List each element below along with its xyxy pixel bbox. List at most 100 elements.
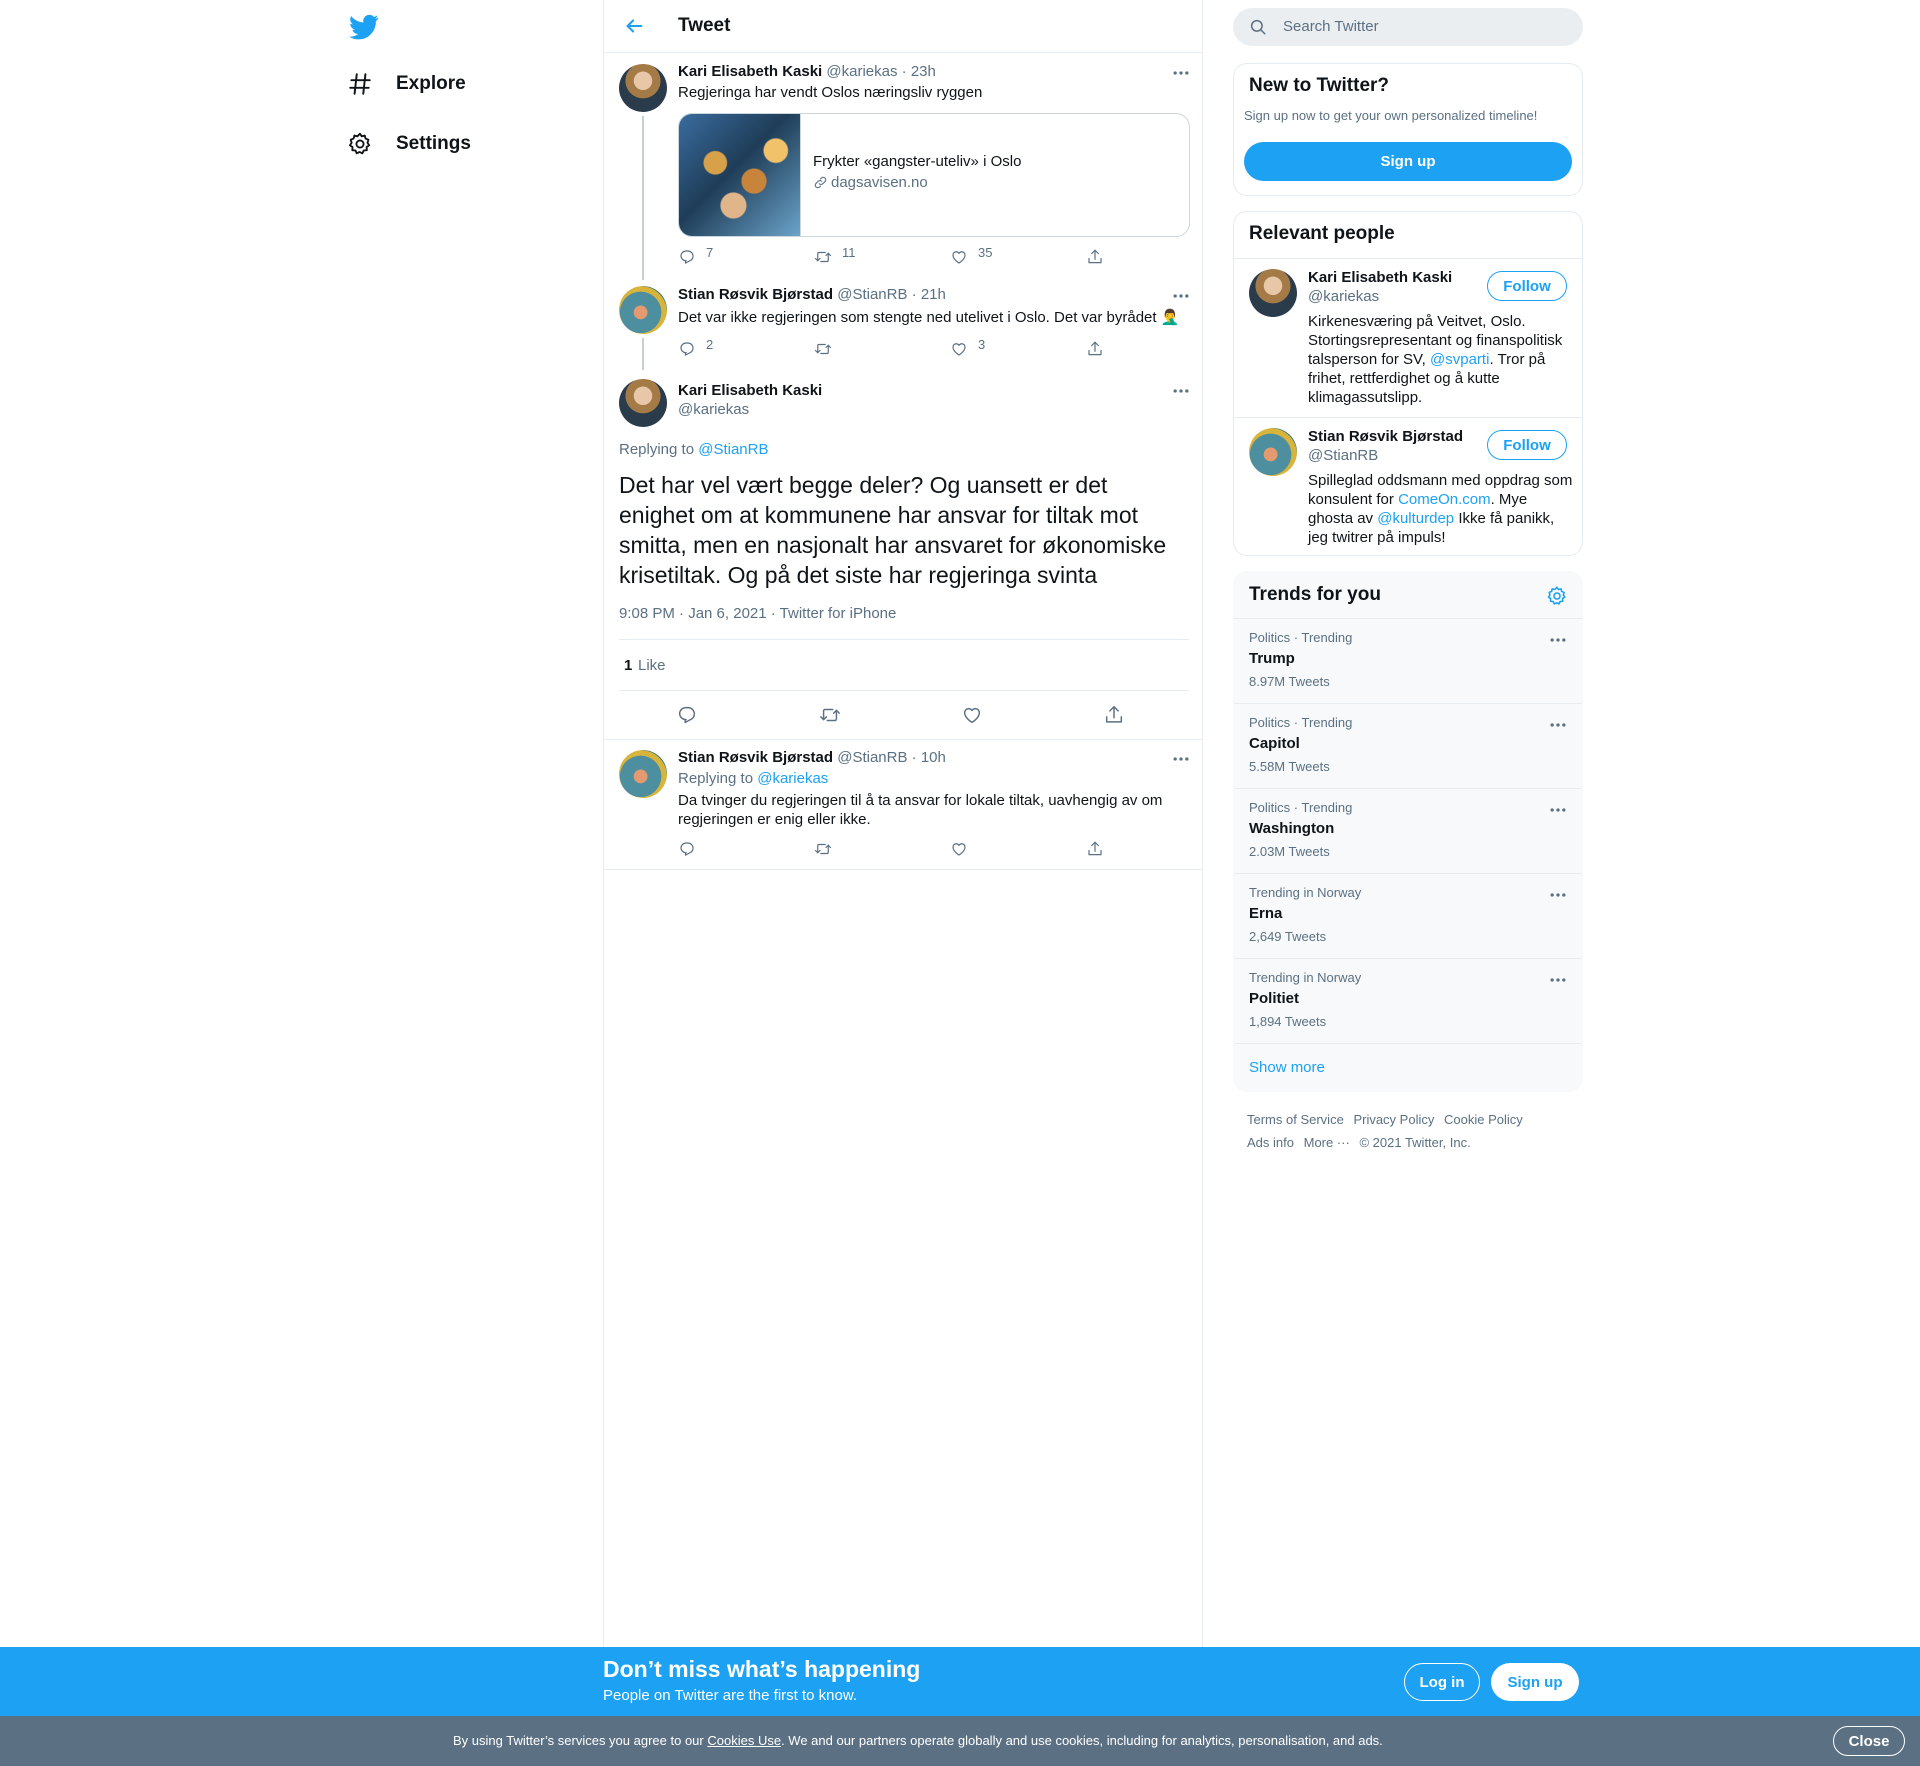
follow-button[interactable]: Follow xyxy=(1487,430,1567,460)
trend-item[interactable]: Trending in Norway Politiet 1,894 Tweets xyxy=(1234,958,1582,1043)
reply-button[interactable] xyxy=(678,840,696,858)
trend-item[interactable]: Trending in Norway Erna 2,649 Tweets xyxy=(1234,873,1582,958)
author-handle[interactable]: @kariekas xyxy=(826,63,897,80)
nav-explore-label: Explore xyxy=(396,73,466,94)
nav-explore[interactable]: Explore xyxy=(346,64,466,104)
footer-link[interactable]: Privacy Policy xyxy=(1353,1112,1434,1127)
show-more-link[interactable]: Show more xyxy=(1249,1059,1325,1076)
reply-button[interactable] xyxy=(676,704,698,726)
person-name[interactable]: Kari Elisabeth Kaski xyxy=(1308,269,1452,286)
person-name[interactable]: Stian Røsvik Bjørstad xyxy=(1308,428,1463,445)
thread-line xyxy=(642,116,644,280)
person-handle[interactable]: @kariekas xyxy=(1308,288,1379,305)
more-icon[interactable] xyxy=(1548,970,1568,990)
panel-subtitle: Sign up now to get your own personalized… xyxy=(1244,108,1538,123)
trend-count: 8.97M Tweets xyxy=(1249,674,1330,689)
page-title: Tweet xyxy=(678,15,731,36)
nav-settings[interactable]: Settings xyxy=(346,124,471,164)
more-icon[interactable] xyxy=(1171,381,1191,401)
person-handle[interactable]: @StianRB xyxy=(1308,447,1378,464)
person-card[interactable]: Kari Elisabeth Kaski @kariekas Follow Ki… xyxy=(1234,258,1582,417)
more-icon[interactable] xyxy=(1548,715,1568,735)
trend-item[interactable]: Politics · Trending Washington 2.03M Twe… xyxy=(1234,788,1582,873)
cookies-use-link[interactable]: Cookies Use xyxy=(707,1733,781,1748)
avatar[interactable] xyxy=(619,64,667,112)
retweet-button[interactable]: 11 xyxy=(814,245,856,266)
like-button[interactable]: 3 xyxy=(950,337,985,358)
avatar[interactable] xyxy=(619,750,667,798)
footer-link-more[interactable]: More ··· xyxy=(1304,1135,1350,1150)
bio-link[interactable]: @kulturdep xyxy=(1377,510,1454,527)
more-icon[interactable] xyxy=(1548,885,1568,905)
tweet-actions xyxy=(678,840,1148,860)
more-icon[interactable] xyxy=(1171,286,1191,306)
follow-button[interactable]: Follow xyxy=(1487,271,1567,301)
gear-icon[interactable] xyxy=(1546,585,1568,607)
trend-item[interactable]: Politics · Trending Trump 8.97M Tweets xyxy=(1234,618,1582,703)
signup-button[interactable]: Sign up xyxy=(1244,142,1572,181)
share-icon xyxy=(1088,341,1102,356)
footer-link[interactable]: Ads info xyxy=(1247,1135,1294,1150)
likes-row[interactable]: 1 Like xyxy=(619,639,1189,691)
search-input[interactable]: Search Twitter xyxy=(1233,8,1583,46)
more-icon[interactable] xyxy=(1171,749,1191,769)
reply-button[interactable]: 7 xyxy=(678,245,714,266)
trend-name: Washington xyxy=(1249,820,1335,837)
cookie-text-end: . We and our partners operate globally a… xyxy=(781,1733,1383,1748)
more-icon[interactable] xyxy=(1548,800,1568,820)
reply-icon xyxy=(678,706,696,724)
footer-link[interactable]: Cookie Policy xyxy=(1444,1112,1523,1127)
author-name[interactable]: Stian Røsvik Bjørstad xyxy=(678,749,833,766)
trend-item[interactable]: Politics · Trending Capitol 5.58M Tweets xyxy=(1234,703,1582,788)
retweet-button[interactable] xyxy=(814,340,832,358)
twitter-bird-icon[interactable] xyxy=(348,12,380,42)
author-name[interactable]: Kari Elisabeth Kaski xyxy=(678,63,822,80)
trend-context: Trending in Norway xyxy=(1249,970,1362,985)
heart-icon xyxy=(952,343,966,356)
retweet-button[interactable] xyxy=(814,840,832,858)
like-button[interactable]: 35 xyxy=(950,245,992,266)
replying-to-link[interactable]: @kariekas xyxy=(757,770,828,787)
link-card[interactable]: Frykter «gangster-uteliv» i Oslo dagsavi… xyxy=(678,113,1190,237)
login-button[interactable]: Log in xyxy=(1404,1663,1480,1701)
avatar[interactable] xyxy=(619,286,667,334)
author-name[interactable]: Stian Røsvik Bjørstad xyxy=(678,286,833,303)
author-handle[interactable]: @kariekas xyxy=(678,401,749,418)
tweet-actions: 2 3 xyxy=(678,337,1148,360)
replying-to-link[interactable]: @StianRB xyxy=(698,441,768,458)
reply-button[interactable]: 2 xyxy=(678,337,713,358)
share-button[interactable] xyxy=(1086,340,1104,358)
bio-link[interactable]: ComeOn.com xyxy=(1398,491,1491,508)
avatar[interactable] xyxy=(1249,269,1297,317)
divider xyxy=(604,739,1202,740)
like-button[interactable] xyxy=(961,704,983,726)
retweet-button[interactable] xyxy=(819,704,841,726)
footer-link[interactable]: Terms of Service xyxy=(1247,1112,1344,1127)
reply-count: 7 xyxy=(706,245,714,260)
tweet-timestamp[interactable]: 9:08 PM · Jan 6, 2021 · Twitter for iPho… xyxy=(619,605,896,622)
avatar[interactable] xyxy=(1249,428,1297,476)
trend-context: Politics · Trending xyxy=(1249,715,1353,730)
more-icon[interactable] xyxy=(1548,630,1568,650)
share-button[interactable] xyxy=(1086,840,1104,858)
arrow-left-icon[interactable] xyxy=(623,15,645,37)
close-button[interactable]: Close xyxy=(1833,1726,1905,1756)
author-handle[interactable]: @StianRB xyxy=(837,749,907,766)
author-name[interactable]: Kari Elisabeth Kaski xyxy=(678,382,822,399)
replying-to: Replying to @StianRB xyxy=(619,441,768,458)
tweet-time[interactable]: · 23h xyxy=(902,63,936,80)
share-button[interactable] xyxy=(1086,248,1104,266)
like-button[interactable] xyxy=(950,840,968,858)
signup-button[interactable]: Sign up xyxy=(1491,1663,1579,1701)
person-card[interactable]: Stian Røsvik Bjørstad @StianRB Follow Sp… xyxy=(1234,417,1582,555)
heart-icon xyxy=(952,843,966,856)
tweet-time[interactable]: · 21h xyxy=(912,286,946,303)
tweet-actions: 7 11 35 xyxy=(678,245,1148,268)
replying-prefix: Replying to xyxy=(678,770,754,787)
share-button[interactable] xyxy=(1103,704,1125,726)
more-icon[interactable] xyxy=(1171,63,1191,83)
tweet-time[interactable]: · 10h xyxy=(912,749,946,766)
avatar[interactable] xyxy=(619,379,667,427)
bio-link[interactable]: @svparti xyxy=(1430,351,1489,368)
author-handle[interactable]: @StianRB xyxy=(837,286,907,303)
